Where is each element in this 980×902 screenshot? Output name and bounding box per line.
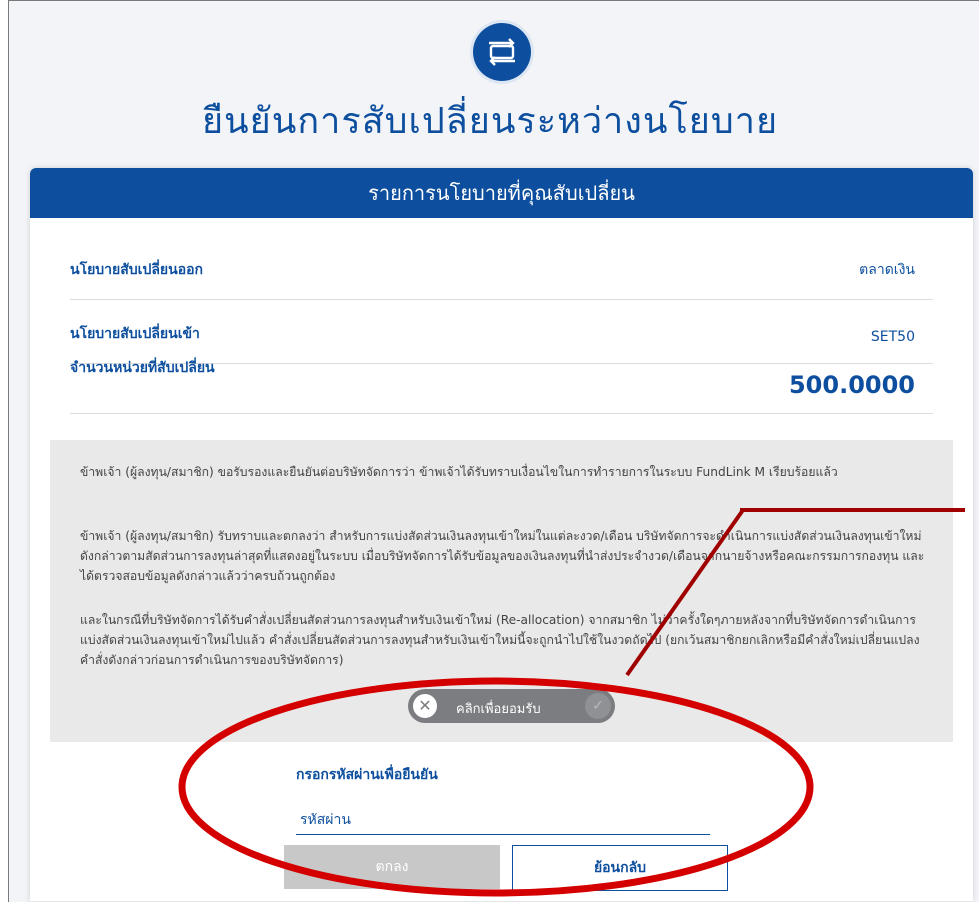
switch-out-value: ตลาดเงิน: [859, 262, 915, 278]
close-icon: ✕: [413, 694, 437, 718]
accept-toggle-label: คลิกเพื่อยอมรับ: [456, 702, 541, 717]
switch-out-row: นโยบายสับเปลี่ยนออก ตลาดเงิน: [70, 235, 933, 300]
ok-button[interactable]: ตกลง: [284, 845, 500, 889]
terms-paragraph-3: และในกรณีที่บริษัทจัดการได้รับคำสั่งเปลี…: [80, 613, 920, 667]
switch-summary-card: รายการนโยบายที่คุณสับเปลี่ยน นโยบายสับเป…: [30, 168, 973, 901]
password-label: กรอกรหัสผ่านเพื่อยืนยัน: [296, 767, 438, 783]
units-value: 500.0000: [788, 371, 915, 399]
password-input[interactable]: [296, 806, 710, 835]
accept-toggle[interactable]: ✕ คลิกเพื่อยอมรับ ✓: [408, 689, 615, 723]
units-label: จำนวนหน่วยที่สับเปลี่ยน: [70, 360, 215, 376]
card-heading: รายการนโยบายที่คุณสับเปลี่ยน: [30, 168, 973, 218]
switch-in-value: SET50: [870, 329, 915, 345]
terms-paragraph-1: ข้าพเจ้า (ผู้ลงทุน/สมาชิก) ขอรับรองและยื…: [80, 465, 838, 479]
switch-in-label: นโยบายสับเปลี่ยนเข้า: [70, 326, 200, 342]
back-button[interactable]: ย้อนกลับ: [512, 845, 728, 891]
switch-policy-icon: [473, 23, 531, 81]
terms-paragraph-2: ข้าพเจ้า (ผู้ลงทุน/สมาชิก) รับทราบและตกล…: [80, 529, 925, 583]
page-title: ยืนยันการสับเปลี่ยนระหว่างนโยบาย: [201, 101, 779, 142]
units-row: จำนวนหน่วยที่สับเปลี่ยน 500.0000: [70, 348, 933, 414]
check-icon: ✓: [585, 693, 611, 719]
switch-out-label: นโยบายสับเปลี่ยนออก: [70, 262, 203, 278]
